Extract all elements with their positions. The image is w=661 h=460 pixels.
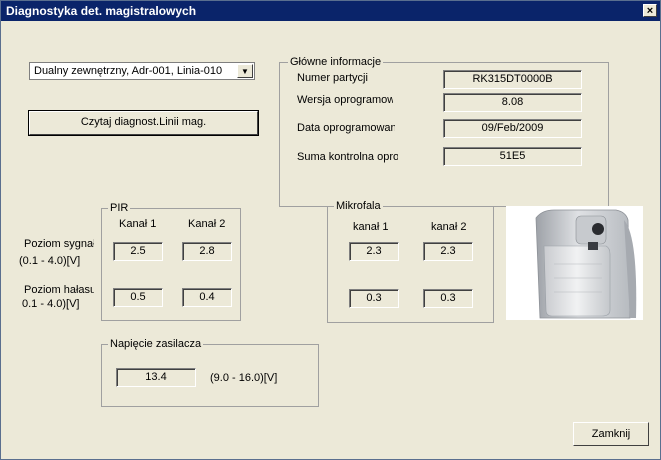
software-version-field: 8.08 [443,93,582,112]
dialog-client-area: Dualny zewnętrzny, Adr-001, Linia-010 ▼ … [2,22,659,458]
pir-title: PIR [108,202,131,214]
microwave-channel-1-label: kanał 1 [353,221,389,233]
chevron-down-icon[interactable]: ▼ [237,64,253,78]
software-date-field: 09/Feb/2009 [443,119,582,138]
signal-range-label: (0.1 - 4.0)[V] [19,255,81,267]
noise-level-label: Poziom hałasu [24,284,94,296]
detector-select[interactable]: Dualny zewnętrzny, Adr-001, Linia-010 ▼ [29,62,255,80]
main-info-group: Główne informacje Numer partycji RK315DT… [279,56,609,207]
pir-signal-ch2-field: 2.8 [182,242,232,261]
close-icon: × [646,5,654,17]
pir-signal-ch1-field: 2.5 [113,242,163,261]
microwave-group: Mikrofala kanał 1 kanał 2 2.3 2.3 0.3 0.… [327,200,494,323]
microwave-signal-ch2-field: 2.3 [423,242,473,261]
signal-level-label: Poziom sygnał [24,238,94,250]
detector-image [506,206,643,320]
diagnostics-window: Diagnostyka det. magistralowych × Dualny… [0,0,661,460]
microwave-channel-2-label: kanał 2 [431,221,467,233]
pir-group: PIR Kanał 1 Kanał 2 2.5 2.8 0.5 0.4 [101,202,241,321]
supply-voltage-range-label: (9.0 - 16.0)[V] [210,372,278,384]
software-version-label: Wersja oprogramow [297,94,393,106]
close-button[interactable]: Zamknij [573,422,649,446]
microwave-noise-ch1-field: 0.3 [349,289,399,308]
supply-voltage-title: Napięcie zasilacza [108,338,204,350]
supply-voltage-group: Napięcie zasilacza 13.4 (9.0 - 16.0)[V] [101,338,319,407]
pir-channel-1-label: Kanał 1 [119,218,157,230]
software-date-label: Data oprogramowan [297,122,395,134]
microwave-title: Mikrofala [334,200,383,212]
pir-channel-2-label: Kanał 2 [188,218,226,230]
checksum-field: 51E5 [443,147,582,166]
window-close-button[interactable]: × [643,4,657,17]
title-bar[interactable]: Diagnostyka det. magistralowych × [1,1,660,21]
partition-number-field: RK315DT0000B [443,70,582,89]
microwave-noise-ch2-field: 0.3 [423,289,473,308]
main-info-title: Główne informacje [288,56,384,68]
checksum-label: Suma kontrolna opro [297,151,398,163]
window-title: Diagnostyka det. magistralowych [6,4,197,18]
detector-select-value: Dualny zewnętrzny, Adr-001, Linia-010 [34,65,223,77]
partition-number-label: Numer partycji [297,72,368,84]
pir-noise-ch2-field: 0.4 [182,288,232,307]
detector-illustration [506,206,643,320]
microwave-signal-ch1-field: 2.3 [349,242,399,261]
read-diagnostics-button[interactable]: Czytaj diagnost.Linii mag. [28,110,259,136]
noise-range-label: 0.1 - 4.0)[V] [22,298,80,310]
pir-noise-ch1-field: 0.5 [113,288,163,307]
supply-voltage-field: 13.4 [116,368,196,387]
